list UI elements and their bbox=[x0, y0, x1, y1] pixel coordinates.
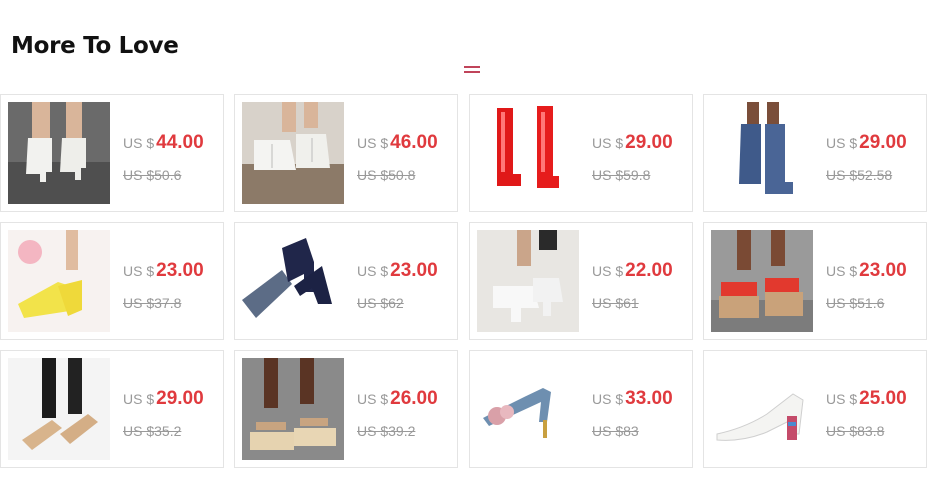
product-card[interactable]: US $44.00 US $50.6 bbox=[0, 94, 224, 212]
currency-label: US $ bbox=[592, 135, 624, 151]
sale-price: 44.00 bbox=[156, 132, 204, 153]
product-card[interactable]: US $29.00 US $52.58 bbox=[703, 94, 927, 212]
currency-label: US $ bbox=[123, 135, 155, 151]
product-image[interactable] bbox=[477, 102, 579, 204]
product-card[interactable]: US $25.00 US $83.8 bbox=[703, 350, 927, 468]
currency-label: US $ bbox=[123, 263, 155, 279]
original-price: US $83 bbox=[592, 423, 639, 439]
sale-price: 25.00 bbox=[859, 388, 907, 409]
original-price: US $37.8 bbox=[123, 295, 182, 311]
sale-price: 29.00 bbox=[156, 388, 204, 409]
currency-label: US $ bbox=[357, 391, 389, 407]
sale-price: 29.00 bbox=[625, 132, 673, 153]
original-price: US $39.2 bbox=[357, 423, 416, 439]
original-price: US $62 bbox=[357, 295, 404, 311]
sale-price: 29.00 bbox=[859, 132, 907, 153]
product-image[interactable] bbox=[242, 102, 344, 204]
product-card[interactable]: US $46.00 US $50.8 bbox=[234, 94, 458, 212]
currency-label: US $ bbox=[826, 391, 858, 407]
product-image[interactable] bbox=[711, 102, 813, 204]
original-price: US $35.2 bbox=[123, 423, 182, 439]
sale-price: 46.00 bbox=[390, 132, 438, 153]
menu-icon[interactable] bbox=[464, 66, 480, 73]
currency-label: US $ bbox=[826, 135, 858, 151]
product-card[interactable]: US $22.00 US $61 bbox=[469, 222, 693, 340]
currency-label: US $ bbox=[592, 263, 624, 279]
original-price: US $50.8 bbox=[357, 167, 416, 183]
product-card[interactable]: US $33.00 US $83 bbox=[469, 350, 693, 468]
product-image[interactable] bbox=[477, 230, 579, 332]
sale-price: 23.00 bbox=[859, 260, 907, 281]
product-image[interactable] bbox=[242, 358, 344, 460]
sale-price: 33.00 bbox=[625, 388, 673, 409]
product-card[interactable]: US $26.00 US $39.2 bbox=[234, 350, 458, 468]
product-card[interactable]: US $23.00 US $62 bbox=[234, 222, 458, 340]
section-title: More To Love bbox=[11, 33, 179, 59]
original-price: US $50.6 bbox=[123, 167, 182, 183]
sale-price: 23.00 bbox=[156, 260, 204, 281]
sale-price: 23.00 bbox=[390, 260, 438, 281]
original-price: US $83.8 bbox=[826, 423, 885, 439]
currency-label: US $ bbox=[357, 135, 389, 151]
original-price: US $61 bbox=[592, 295, 639, 311]
currency-label: US $ bbox=[357, 263, 389, 279]
original-price: US $59.8 bbox=[592, 167, 651, 183]
currency-label: US $ bbox=[826, 263, 858, 279]
product-image[interactable] bbox=[8, 358, 110, 460]
product-card[interactable]: US $29.00 US $59.8 bbox=[469, 94, 693, 212]
currency-label: US $ bbox=[123, 391, 155, 407]
product-card[interactable]: US $23.00 US $51.6 bbox=[703, 222, 927, 340]
product-image[interactable] bbox=[242, 230, 344, 332]
original-price: US $51.6 bbox=[826, 295, 885, 311]
product-image[interactable] bbox=[8, 230, 110, 332]
product-image[interactable] bbox=[711, 358, 813, 460]
product-card[interactable]: US $29.00 US $35.2 bbox=[0, 350, 224, 468]
sale-price: 26.00 bbox=[390, 388, 438, 409]
product-image[interactable] bbox=[711, 230, 813, 332]
currency-label: US $ bbox=[592, 391, 624, 407]
sale-price: 22.00 bbox=[625, 260, 673, 281]
product-image[interactable] bbox=[8, 102, 110, 204]
product-grid: US $44.00 US $50.6 US $46.00 US $50.8 US… bbox=[0, 94, 935, 472]
product-card[interactable]: US $23.00 US $37.8 bbox=[0, 222, 224, 340]
product-image[interactable] bbox=[477, 358, 579, 460]
original-price: US $52.58 bbox=[826, 167, 893, 183]
